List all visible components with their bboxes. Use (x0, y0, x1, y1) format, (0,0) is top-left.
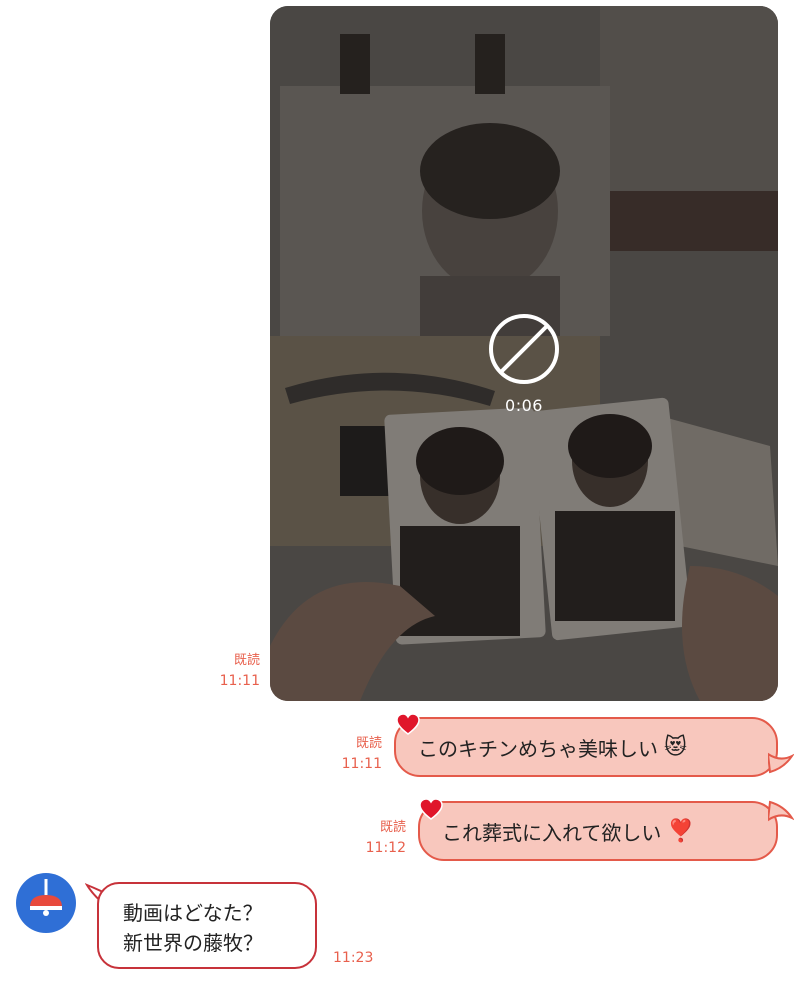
message-time: 11:11 (219, 673, 260, 689)
bubble-tail (768, 752, 794, 774)
heart-icon (396, 713, 420, 735)
sent-message-bubble[interactable]: これ葬式に入れて欲しい ❣️ (418, 801, 778, 861)
video-message[interactable]: 0:06 (270, 6, 778, 701)
message-time: 11:12 (365, 840, 406, 856)
message-text-line: 動画はどなた？ (123, 901, 263, 925)
video-meta: 既読 11:11 (212, 650, 260, 692)
read-receipt: 既読 (379, 820, 406, 835)
message-meta: 既読 11:11 (336, 733, 382, 775)
read-receipt: 既読 (233, 653, 260, 668)
avatar[interactable] (16, 873, 76, 933)
emoji: ❣️ (667, 818, 695, 844)
prohibited-icon[interactable] (488, 313, 560, 385)
chat-screen: 0:06 既読 11:11 既読 11:11 このキチンめちゃ美味しい 😻 既読… (0, 0, 804, 986)
message-time: 11:11 (341, 756, 382, 772)
message-text-line: 新世界の藤牧？ (123, 931, 263, 955)
video-duration: 0:06 (505, 396, 543, 415)
emoji: 😻 (664, 734, 687, 760)
bubble-tail (768, 800, 794, 822)
lamp-icon (30, 879, 62, 916)
read-receipt: 既読 (355, 736, 382, 751)
message-time: 11:23 (333, 950, 374, 966)
received-message-bubble[interactable]: 動画はどなた？ 新世界の藤牧？ (97, 882, 317, 969)
message-text: これ葬式に入れて欲しい (442, 820, 662, 845)
message-meta: 既読 11:12 (360, 817, 406, 859)
message-text: このキチンめちゃ美味しい (418, 736, 658, 761)
heart-icon (419, 798, 443, 820)
sent-message-bubble[interactable]: このキチンめちゃ美味しい 😻 (394, 717, 778, 777)
